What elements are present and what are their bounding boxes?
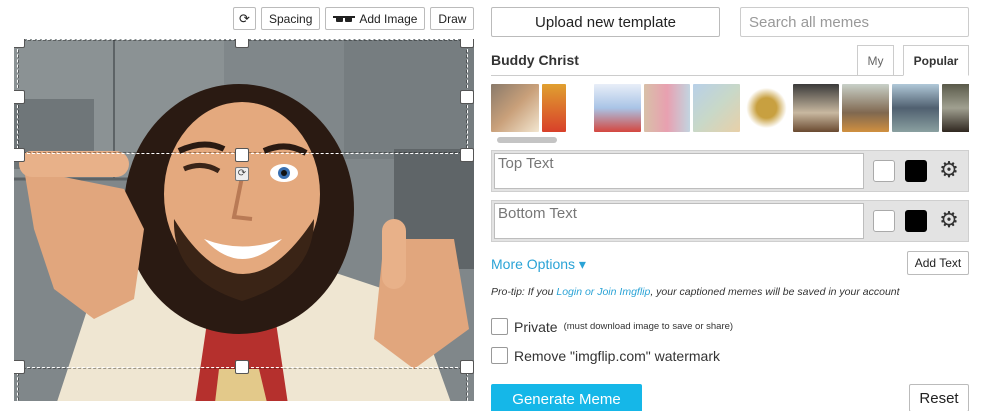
spacing-button[interactable]: Spacing <box>261 7 321 30</box>
bottom-text-input[interactable] <box>494 203 864 239</box>
template-thumbnail[interactable] <box>594 84 641 132</box>
template-thumbnail[interactable] <box>542 84 566 132</box>
template-thumbnail[interactable] <box>644 84 690 132</box>
template-thumbnail[interactable] <box>793 84 839 132</box>
template-thumbnail[interactable] <box>491 84 539 132</box>
generate-meme-label: Generate Meme <box>512 390 621 408</box>
template-thumbnail[interactable] <box>892 84 939 132</box>
outline-color-swatch[interactable] <box>905 160 927 182</box>
gear-icon[interactable]: ⚙ <box>937 158 961 182</box>
text-color-swatch[interactable] <box>873 210 895 232</box>
remove-watermark-checkbox[interactable] <box>491 347 508 364</box>
more-options-label: More Options ▾ <box>491 256 586 272</box>
resize-handle[interactable] <box>460 90 474 104</box>
add-text-label: Add Text <box>914 256 962 270</box>
resize-handle[interactable] <box>460 148 474 162</box>
top-text-row: ⚙ <box>491 150 969 192</box>
resize-handle[interactable] <box>235 39 249 48</box>
add-image-button[interactable]: Add Image <box>325 7 426 30</box>
template-thumbnail[interactable] <box>842 84 889 132</box>
tab-my[interactable]: My <box>857 45 894 76</box>
sunglasses-icon <box>333 15 356 22</box>
private-option: Private (must download image to save or … <box>491 318 733 335</box>
watermark-option: Remove "imgflip.com" watermark <box>491 347 720 364</box>
upload-template-button[interactable]: Upload new template <box>491 7 720 37</box>
search-memes-input[interactable] <box>740 7 969 37</box>
resize-handle[interactable] <box>14 39 25 48</box>
reset-button[interactable]: Reset <box>909 384 969 411</box>
template-thumbnail[interactable] <box>743 84 790 132</box>
private-label: Private <box>514 318 558 335</box>
protip-text: Pro-tip: If you Login or Join Imgflip, y… <box>491 286 900 298</box>
text-color-swatch[interactable] <box>873 160 895 182</box>
remove-watermark-label: Remove "imgflip.com" watermark <box>514 347 720 364</box>
resize-handle[interactable] <box>14 90 25 104</box>
canvas-bottom-edge <box>0 401 490 411</box>
template-thumbnail[interactable] <box>569 84 591 132</box>
template-thumbnail[interactable] <box>942 84 969 132</box>
reset-label: Reset <box>919 389 959 407</box>
tab-divider <box>491 75 969 76</box>
private-checkbox[interactable] <box>491 318 508 335</box>
bottom-text-row: ⚙ <box>491 200 969 242</box>
meme-canvas[interactable]: ⟳ <box>14 39 474 411</box>
upload-template-label: Upload new template <box>535 13 676 31</box>
draw-button[interactable]: Draw <box>430 7 475 30</box>
resize-handle[interactable] <box>235 148 249 162</box>
generate-meme-button[interactable]: Generate Meme <box>491 384 642 411</box>
meme-image <box>14 39 474 411</box>
canvas-toolbar: ⟳ Spacing Add Image Draw <box>233 7 475 30</box>
protip-suffix: , your captioned memes will be saved in … <box>650 286 900 298</box>
thumbnail-scrollbar[interactable] <box>497 137 557 143</box>
resize-handle[interactable] <box>14 360 25 374</box>
add-text-button[interactable]: Add Text <box>907 251 969 275</box>
template-thumbnail[interactable] <box>693 84 740 132</box>
draw-label: Draw <box>438 11 467 26</box>
login-join-link[interactable]: Login or Join Imgflip <box>556 286 650 298</box>
resize-handle[interactable] <box>235 360 249 374</box>
rotate-icon: ⟳ <box>239 10 250 26</box>
spacing-label: Spacing <box>269 11 313 26</box>
tab-popular-label: Popular <box>913 53 959 68</box>
add-image-label: Add Image <box>359 11 418 26</box>
template-thumbnail-strip <box>491 84 969 132</box>
top-text-input[interactable] <box>494 153 864 189</box>
tab-my-label: My <box>867 54 884 68</box>
tab-popular[interactable]: Popular <box>903 45 969 76</box>
resize-handle[interactable] <box>460 39 474 48</box>
more-options-link[interactable]: More Options ▾ <box>491 256 586 273</box>
resize-handle[interactable] <box>460 360 474 374</box>
gear-icon[interactable]: ⚙ <box>937 208 961 232</box>
rotate-button[interactable]: ⟳ <box>233 7 256 30</box>
protip-prefix: Pro-tip: If you <box>491 286 557 298</box>
resize-handle[interactable] <box>14 148 25 162</box>
template-title: Buddy Christ <box>491 52 579 68</box>
private-note: (must download image to save or share) <box>563 321 734 332</box>
outline-color-swatch[interactable] <box>905 210 927 232</box>
rotate-handle-icon[interactable]: ⟳ <box>235 167 249 181</box>
